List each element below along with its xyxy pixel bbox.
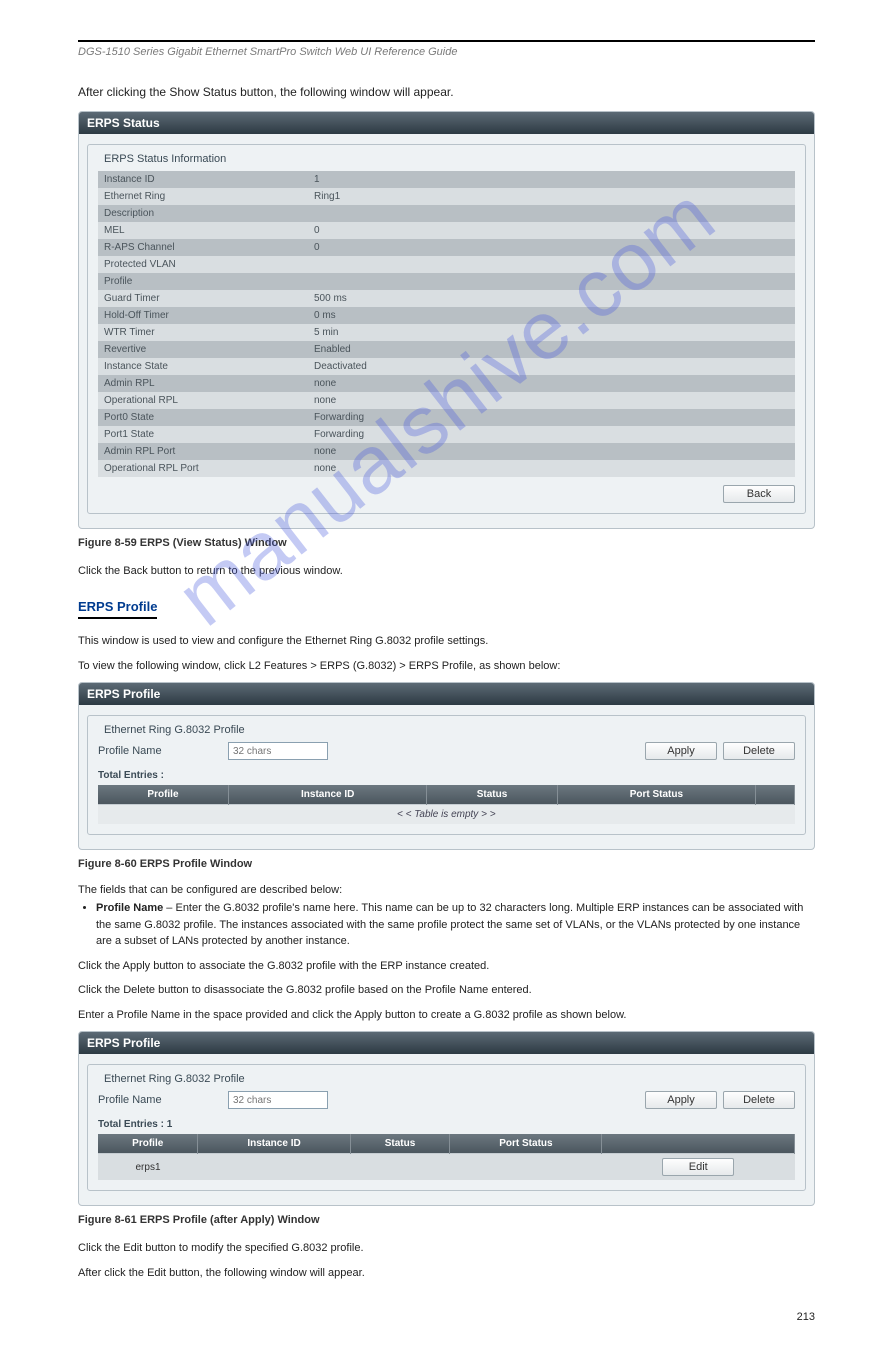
col-port-status: Port Status [557,785,755,805]
row-label: Port1 State [98,426,308,443]
row-value: none [308,443,795,460]
profile-name-input[interactable] [228,742,328,760]
row-label: Admin RPL Port [98,443,308,460]
erps-profile-title: ERPS Profile [79,683,814,705]
row-value: Forwarding [308,426,795,443]
row-label: Profile [98,273,308,290]
row-value: Enabled [308,341,795,358]
erps-status-table: Instance ID1 Ethernet RingRing1 Descript… [98,171,795,477]
total-entries-label-2: Total Entries : 1 [98,1119,795,1130]
edit-button[interactable]: Edit [662,1158,734,1176]
erps-status-title: ERPS Status [79,112,814,134]
row-value: Forwarding [308,409,795,426]
cell-status [350,1154,450,1181]
figure-2-caption: Figure 8-60 ERPS Profile Window [78,858,815,870]
erps-profile-fieldset: Ethernet Ring G.8032 Profile Profile Nam… [87,715,806,835]
back-button[interactable]: Back [723,485,795,503]
erps-profile-title-2: ERPS Profile [79,1032,814,1054]
row-value [308,205,795,222]
erps-profile-fieldset-2: Ethernet Ring G.8032 Profile Profile Nam… [87,1064,806,1191]
row-value: 0 [308,222,795,239]
erps-profile-heading: ERPS Profile [78,599,157,619]
row-label: Protected VLAN [98,256,308,273]
row-label: Revertive [98,341,308,358]
erps-profile-legend-2: Ethernet Ring G.8032 Profile [100,1073,249,1085]
apply-note: Click the Apply button to associate the … [78,958,815,975]
erps-profile-panel: ERPS Profile Ethernet Ring G.8032 Profil… [78,682,815,850]
col-actions [756,785,795,805]
col-status-2: Status [350,1134,450,1154]
total-entries-label: Total Entries : [98,770,795,781]
after-edit-note: After click the Edit button, the followi… [78,1265,815,1282]
row-label: Instance State [98,358,308,375]
row-value: none [308,392,795,409]
nav-text: To view the following window, click L2 F… [78,658,815,675]
row-value: 500 ms [308,290,795,307]
page-number: 213 [78,1311,815,1323]
edit-note: Click the Edit button to modify the spec… [78,1240,815,1257]
erps-profile-panel-2: ERPS Profile Ethernet Ring G.8032 Profil… [78,1031,815,1206]
delete-button[interactable]: Delete [723,742,795,760]
table-empty-msg: < < Table is empty > > [98,805,795,825]
intro-text: After clicking the Show Status button, t… [78,84,815,101]
profile-name-input-2[interactable] [228,1091,328,1109]
param-item: Profile Name – Enter the G.8032 profile'… [96,900,815,950]
col-status: Status [427,785,557,805]
row-label: Operational RPL [98,392,308,409]
row-label: Port0 State [98,409,308,426]
erps-status-panel: ERPS Status ERPS Status Information Inst… [78,111,815,529]
row-label: Instance ID [98,171,308,188]
row-value: 0 ms [308,307,795,324]
delete-note: Click the Delete button to disassociate … [78,982,815,999]
delete-button-2[interactable]: Delete [723,1091,795,1109]
profile-name-label: Profile Name [98,745,218,757]
row-label: Ethernet Ring [98,188,308,205]
apply-button-2[interactable]: Apply [645,1091,717,1109]
row-value: 1 [308,171,795,188]
col-instance: Instance ID [228,785,426,805]
row-label: WTR Timer [98,324,308,341]
erps-status-fieldset: ERPS Status Information Instance ID1 Eth… [87,144,806,514]
col-profile: Profile [98,785,228,805]
row-value: none [308,375,795,392]
row-label: Guard Timer [98,290,308,307]
row-value: none [308,460,795,477]
row-label: R-APS Channel [98,239,308,256]
col-instance-2: Instance ID [198,1134,350,1154]
row-label: Operational RPL Port [98,460,308,477]
params-heading: The fields that can be configured are de… [78,884,815,896]
row-label: Description [98,205,308,222]
erps-profile-legend: Ethernet Ring G.8032 Profile [100,724,249,736]
profile-table: Profile Instance ID Status Port Status <… [98,785,795,824]
col-profile-2: Profile [98,1134,198,1154]
col-port-status-2: Port Status [450,1134,602,1154]
back-note: Click the Back button to return to the p… [78,563,815,580]
row-value: Ring1 [308,188,795,205]
col-actions-2 [602,1134,795,1154]
erps-status-legend: ERPS Status Information [100,153,230,165]
row-label: MEL [98,222,308,239]
apply-button[interactable]: Apply [645,742,717,760]
create-note: Enter a Profile Name in the space provid… [78,1007,815,1024]
profile-name-label-2: Profile Name [98,1094,218,1106]
profile-table-2: Profile Instance ID Status Port Status e… [98,1134,795,1180]
row-value: 0 [308,239,795,256]
row-value [308,273,795,290]
row-label: Hold-Off Timer [98,307,308,324]
subheading-intro: This window is used to view and configur… [78,633,815,650]
cell-profile: erps1 [98,1154,198,1181]
cell-port-status [450,1154,602,1181]
header-rule [78,40,815,42]
figure-3-caption: Figure 8-61 ERPS Profile (after Apply) W… [78,1214,815,1226]
table-row: erps1 Edit [98,1154,795,1181]
cell-instance [198,1154,350,1181]
row-label: Admin RPL [98,375,308,392]
row-value: 5 min [308,324,795,341]
row-value [308,256,795,273]
row-value: Deactivated [308,358,795,375]
figure-1-caption: Figure 8-59 ERPS (View Status) Window [78,537,815,549]
header-left: DGS-1510 Series Gigabit Ethernet SmartPr… [78,46,457,58]
